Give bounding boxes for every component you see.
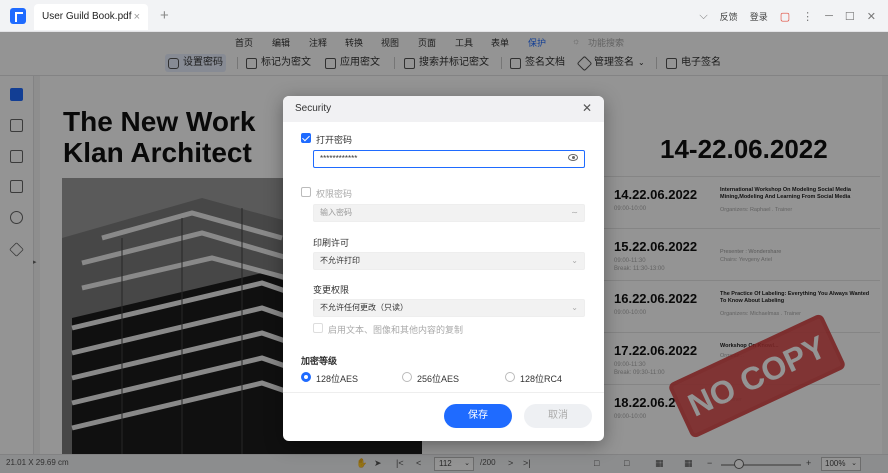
permission-password-label: 权限密码 bbox=[316, 189, 353, 199]
dialog-title: Security bbox=[295, 103, 332, 114]
app-logo-icon bbox=[10, 8, 26, 24]
minimize-icon[interactable]: ─ bbox=[825, 10, 833, 22]
print-permission-label: 印刷许可 bbox=[313, 238, 350, 248]
encryption-aes128-radio[interactable] bbox=[301, 372, 311, 382]
print-permission-value: 不允许打印 bbox=[320, 256, 360, 265]
permission-placeholder: 输入密码 bbox=[320, 208, 352, 217]
encryption-aes128-label: 128位AES bbox=[316, 374, 359, 384]
encryption-rc4-label: 128位RC4 bbox=[520, 374, 563, 384]
maximize-icon[interactable]: ☐ bbox=[845, 10, 855, 23]
permission-password-input[interactable]: 输入密码 ∼ bbox=[313, 204, 585, 222]
show-password-icon[interactable] bbox=[568, 154, 578, 161]
chevron-down-icon: ⌄ bbox=[571, 256, 578, 265]
change-permission-value: 不允许任何更改（只读） bbox=[320, 303, 408, 312]
share-icon[interactable]: ▢ bbox=[780, 10, 790, 23]
chevron-down-icon[interactable]: ⌵ bbox=[699, 10, 707, 23]
title-bar: User Guild Book.pdf × + ⌵ 反馈 登录 ▢ ⋮ ─ ☐ … bbox=[0, 0, 888, 32]
enable-copy-checkbox[interactable] bbox=[313, 323, 323, 333]
open-password-label: 打开密码 bbox=[316, 135, 353, 145]
cancel-button[interactable]: 取消 bbox=[524, 404, 592, 428]
encryption-aes256-label: 256位AES bbox=[417, 374, 460, 384]
open-password-checkbox[interactable] bbox=[301, 133, 311, 143]
feedback-link[interactable]: 反馈 bbox=[720, 10, 738, 23]
enable-copy-label: 启用文本、图像和其他内容的复制 bbox=[328, 325, 464, 335]
permission-password-checkbox[interactable] bbox=[301, 187, 311, 197]
dialog-divider bbox=[283, 392, 604, 393]
chevron-down-icon: ⌄ bbox=[571, 303, 578, 312]
encryption-rc4-radio[interactable] bbox=[505, 372, 515, 382]
encryption-level-label: 加密等级 bbox=[301, 356, 338, 366]
encryption-aes256-radio[interactable] bbox=[402, 372, 412, 382]
open-password-input[interactable]: ************ bbox=[313, 150, 585, 168]
document-tab[interactable]: User Guild Book.pdf × bbox=[34, 4, 148, 30]
eye-icon: ∼ bbox=[571, 208, 578, 217]
change-permission-label: 变更权限 bbox=[313, 285, 350, 295]
tab-close-icon[interactable]: × bbox=[134, 4, 140, 30]
print-permission-select[interactable]: 不允许打印 ⌄ bbox=[313, 252, 585, 270]
password-value: ************ bbox=[320, 154, 358, 163]
change-permission-select[interactable]: 不允许任何更改（只读） ⌄ bbox=[313, 299, 585, 317]
tab-title: User Guild Book.pdf bbox=[42, 11, 132, 22]
new-tab-icon[interactable]: + bbox=[160, 7, 169, 24]
more-icon[interactable]: ⋮ bbox=[802, 10, 813, 23]
dialog-header: Security ✕ bbox=[283, 96, 604, 122]
close-window-icon[interactable]: ✕ bbox=[867, 10, 876, 23]
security-dialog: Security ✕ 打开密码 ************ 权限密码 输入密码 ∼… bbox=[283, 96, 604, 441]
login-link[interactable]: 登录 bbox=[750, 10, 768, 23]
save-button[interactable]: 保存 bbox=[444, 404, 512, 428]
close-icon[interactable]: ✕ bbox=[582, 101, 592, 115]
